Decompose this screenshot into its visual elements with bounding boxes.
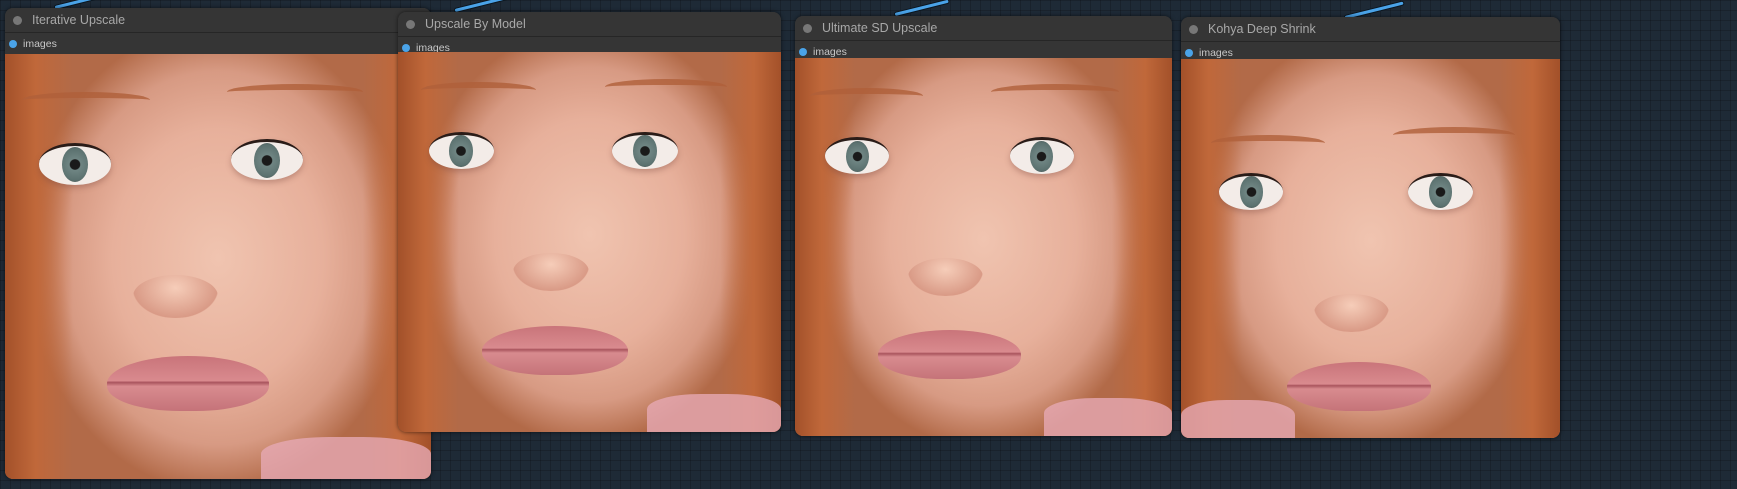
nose — [1313, 293, 1390, 332]
hair-right — [719, 52, 781, 432]
node-title: Iterative Upscale — [32, 13, 126, 27]
eyebrow — [1393, 127, 1515, 143]
eye — [1408, 172, 1473, 210]
node-title-bar[interactable]: Iterative Upscale — [5, 8, 431, 33]
scarf — [260, 436, 431, 479]
eye — [1218, 172, 1284, 210]
nose — [908, 258, 984, 297]
node-title: Kohya Deep Shrink — [1208, 22, 1316, 36]
hair-right — [1499, 59, 1560, 438]
nose — [132, 275, 218, 318]
eyebrow — [420, 82, 536, 98]
collapse-dot-icon[interactable] — [406, 19, 415, 29]
node-title-bar[interactable]: Kohya Deep Shrink — [1181, 17, 1560, 42]
eye — [39, 143, 112, 185]
lips — [107, 355, 270, 411]
scarf — [646, 394, 781, 432]
collapse-dot-icon[interactable] — [13, 15, 22, 25]
eyebrow — [226, 83, 363, 100]
preview-node-kohya-deep-shrink[interactable]: Kohya Deep Shrink ‹images — [1181, 17, 1560, 438]
scarf — [1043, 398, 1172, 436]
slot-label: images — [23, 38, 57, 50]
eye — [1009, 137, 1074, 175]
nose — [512, 253, 590, 292]
preview-image — [1181, 59, 1560, 438]
eye — [428, 131, 494, 169]
hair-left — [5, 54, 74, 479]
eye — [825, 137, 890, 175]
slot-dot-icon[interactable] — [1185, 49, 1193, 57]
slot-dot-icon[interactable] — [9, 40, 17, 48]
eye — [230, 139, 304, 181]
lips — [1287, 362, 1432, 412]
node-title-bar[interactable]: Ultimate SD Upscale — [795, 16, 1172, 41]
hair-left — [795, 58, 856, 436]
input-slot-images[interactable]: ‹images — [5, 33, 431, 55]
node-title: Upscale By Model — [425, 17, 526, 31]
hair-left — [1181, 59, 1242, 438]
connection-link — [454, 0, 509, 12]
collapse-dot-icon[interactable] — [1189, 24, 1198, 34]
slot-dot-icon[interactable] — [799, 48, 807, 56]
hair-right — [1111, 58, 1172, 436]
lips — [877, 330, 1022, 380]
eye — [612, 131, 678, 169]
eyebrow — [1211, 134, 1325, 151]
lips — [482, 325, 628, 375]
preview-image — [5, 54, 431, 479]
eyebrow — [991, 84, 1120, 100]
connection-link — [894, 0, 949, 16]
eyebrow — [604, 78, 728, 95]
preview-image — [795, 58, 1172, 436]
node-title-bar[interactable]: Upscale By Model — [398, 12, 781, 37]
eyebrow — [22, 92, 150, 108]
preview-node-ultimate-sd-upscale[interactable]: Ultimate SD Upscale ‹images — [795, 16, 1172, 436]
hair-left — [398, 52, 460, 432]
slot-label: images — [813, 46, 847, 58]
preview-image — [398, 52, 781, 432]
scarf — [1181, 400, 1295, 438]
slot-dot-icon[interactable] — [402, 44, 410, 52]
collapse-dot-icon[interactable] — [803, 23, 812, 33]
eyebrow — [810, 88, 924, 104]
preview-node-iterative-upscale[interactable]: Iterative Upscale ‹images — [5, 8, 431, 479]
node-title: Ultimate SD Upscale — [822, 21, 938, 35]
preview-node-upscale-by-model[interactable]: Upscale By Model ‹images — [398, 12, 781, 432]
slot-label: images — [1199, 47, 1233, 59]
